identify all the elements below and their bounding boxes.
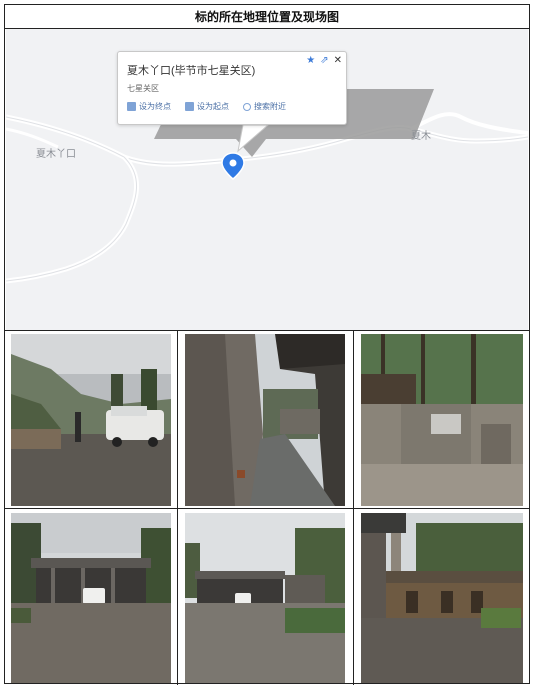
photo-alley-between-buildings [185,334,345,506]
flag-start-icon [185,102,194,111]
set-origin-label: 设为起点 [197,102,229,111]
place-label-right: 夏木 [411,131,431,142]
location-marker-icon[interactable] [221,152,245,180]
popup-actions: 设为终点 设为起点 搜索附近 [127,101,286,112]
popup-title: 夏木丫口(毕节市七星关区) [127,65,256,77]
location-map[interactable]: 夏木丫口(毕节市七星关区) 七星关区 设为终点 设为起点 搜索附近 ★ ⇗ ✕ … [6,29,528,331]
photo-garage-shed-front [11,513,171,683]
star-icon[interactable]: ★ [306,55,315,66]
search-icon [243,102,251,111]
photo-dilapidated-sheds [361,334,523,506]
set-destination-label: 设为终点 [139,102,171,111]
set-destination-button[interactable]: 设为终点 [127,101,171,112]
search-nearby-label: 搜索附近 [254,102,286,111]
page-title: 标的所在地理位置及现场图 [5,5,529,29]
flag-end-icon [127,102,136,111]
site-photos-grid [5,331,529,685]
place-label-left: 夏木丫口 [36,149,76,160]
photo-yard-with-car [11,334,171,506]
grid-divider [5,508,529,509]
share-icon[interactable]: ⇗ [320,55,328,66]
popup-tools: ★ ⇗ ✕ [306,55,342,66]
document-frame: 标的所在地理位置及现场图 夏木丫口(毕节市七星关区) 七星关区 设为终点 设为起… [4,4,530,685]
popup-subtitle: 七星关区 [127,84,159,93]
photo-house-with-plants [361,513,523,683]
close-icon[interactable]: ✕ [334,55,342,66]
set-origin-button[interactable]: 设为起点 [185,101,229,112]
photo-garage-shed-wide [185,513,345,683]
search-nearby-button[interactable]: 搜索附近 [243,101,286,112]
location-popup[interactable]: 夏木丫口(毕节市七星关区) 七星关区 设为终点 设为起点 搜索附近 ★ ⇗ ✕ [117,51,347,125]
